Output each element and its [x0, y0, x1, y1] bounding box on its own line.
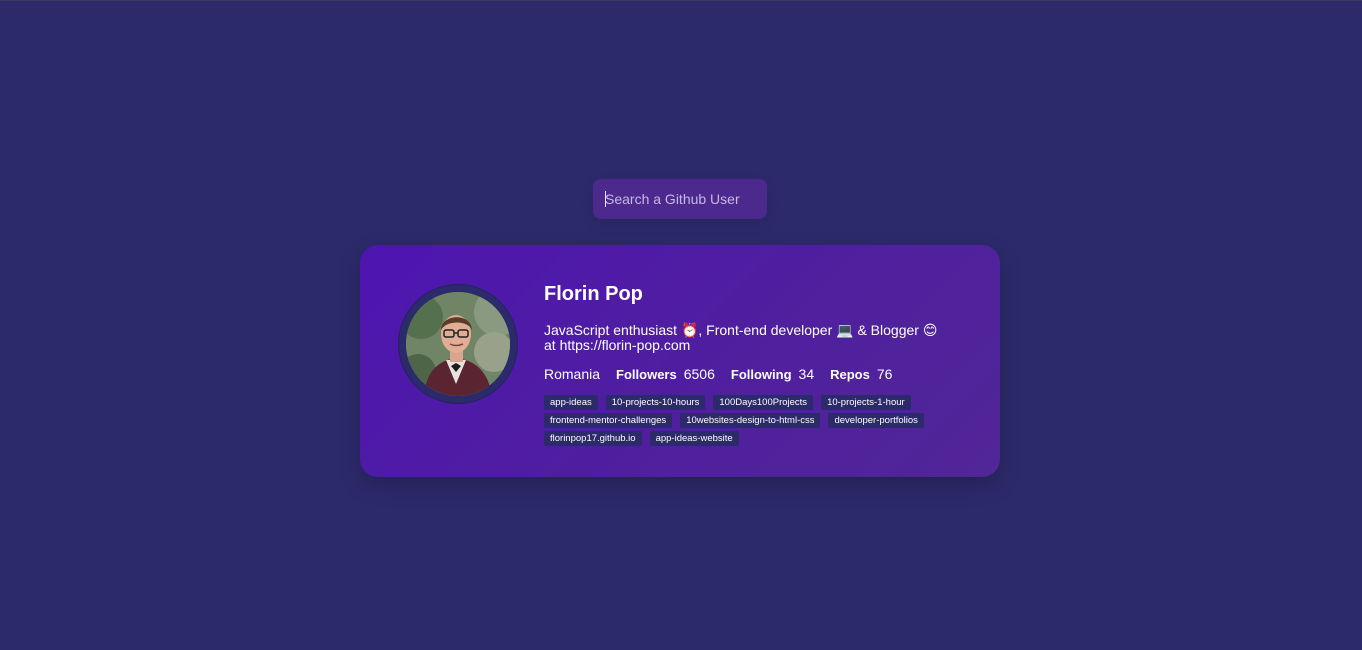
- repo-list: app-ideas 10-projects-10-hours 100Days10…: [544, 395, 944, 449]
- repo-link[interactable]: 10-projects-10-hours: [605, 395, 706, 410]
- text-cursor: [605, 191, 606, 207]
- repo-link[interactable]: app-ideas: [544, 395, 598, 410]
- following-stat: Following 34: [731, 366, 814, 382]
- followers-stat: Followers 6506: [616, 366, 715, 382]
- repo-link[interactable]: 10websites-design-to-html-css: [680, 413, 821, 428]
- profile-stats: Romania Followers 6506 Following 34 Repos 7…: [544, 366, 908, 382]
- profile-bio: JavaScript enthusiast ⏰, Front-end devel…: [544, 322, 938, 353]
- repo-link[interactable]: 10-projects-1-hour: [821, 395, 911, 410]
- profile-name: Florin Pop: [544, 283, 643, 305]
- repos-count: 76: [876, 366, 893, 382]
- repos-label: Repos: [830, 367, 870, 382]
- profile-location: Romania: [544, 366, 601, 382]
- repo-link[interactable]: 100Days100Projects: [713, 395, 814, 410]
- avatar-photo-icon: [406, 292, 510, 396]
- followers-count: 6506: [683, 366, 715, 382]
- repo-link[interactable]: frontend-mentor-challenges: [544, 413, 673, 428]
- repo-link[interactable]: florinpop17.github.io: [544, 431, 642, 446]
- repo-link[interactable]: developer-portfolios: [828, 413, 924, 428]
- page-background: Florin Pop JavaScript enthusiast ⏰, Fron…: [0, 0, 1362, 650]
- repo-link[interactable]: app-ideas-website: [649, 431, 739, 446]
- following-label: Following: [730, 367, 792, 382]
- repos-stat: Repos 76: [830, 366, 892, 382]
- followers-label: Followers: [616, 367, 677, 382]
- search-input[interactable]: [593, 179, 767, 219]
- profile-card: Florin Pop JavaScript enthusiast ⏰, Fron…: [360, 245, 1000, 477]
- following-count: 34: [798, 366, 815, 382]
- avatar-ring: [398, 284, 518, 404]
- avatar: [406, 292, 510, 396]
